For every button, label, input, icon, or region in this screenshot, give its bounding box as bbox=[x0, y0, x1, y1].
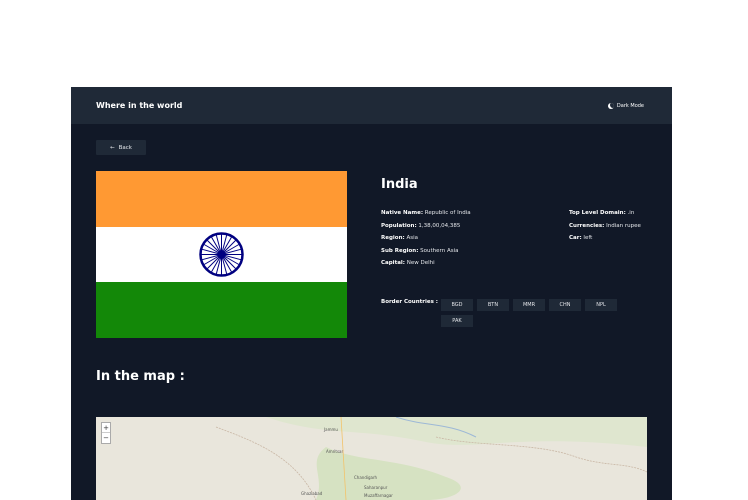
region-row: Region: Asia bbox=[381, 235, 418, 241]
details-left: Native Name: Republic of India Populatio… bbox=[381, 207, 471, 270]
zoom-in-button[interactable]: + bbox=[102, 423, 110, 433]
map-title: In the map : bbox=[96, 369, 185, 384]
population-row: Population: 1,38,00,04,385 bbox=[381, 222, 461, 229]
border-countries-list: BGD BTN MMR CHN NPL PAK bbox=[441, 299, 621, 327]
back-label: Back bbox=[118, 144, 132, 151]
native-name-row: Native Name: Republic of India bbox=[381, 210, 471, 216]
flag-white-band bbox=[96, 226, 347, 283]
map-label: Amritsar bbox=[326, 449, 344, 454]
map-label: Saharanpur bbox=[364, 485, 388, 490]
tld-row: Top Level Domain: .in bbox=[569, 210, 635, 216]
back-button[interactable]: ← Back bbox=[96, 140, 146, 155]
flag-saffron-band bbox=[96, 171, 347, 227]
details-right: Top Level Domain: .in Currencies: Indian… bbox=[569, 207, 641, 245]
border-chip[interactable]: BGD bbox=[441, 299, 473, 311]
map-view[interactable]: Jammu Amritsar Chandigarh Saharanpur Muz… bbox=[96, 417, 647, 500]
border-chip[interactable]: CHN bbox=[549, 299, 581, 311]
border-chip[interactable]: PAK bbox=[441, 315, 473, 327]
border-countries-label: Border Countries : bbox=[381, 299, 438, 305]
map-zoom-control: + − bbox=[101, 422, 111, 444]
app-window: Where in the world Dark Mode ← Back Indi… bbox=[71, 87, 672, 500]
dark-mode-label: Dark Mode bbox=[616, 102, 644, 109]
moon-icon bbox=[607, 102, 614, 109]
capital-row: Capital: New Delhi bbox=[381, 260, 435, 266]
sub-region-row: Sub Region: Southern Asia bbox=[381, 247, 459, 254]
zoom-out-button[interactable]: − bbox=[102, 433, 110, 443]
app-title: Where in the world bbox=[96, 101, 183, 110]
flag-green-band bbox=[96, 282, 347, 338]
country-name: India bbox=[381, 177, 418, 192]
country-flag bbox=[96, 171, 347, 338]
border-chip[interactable]: BTN bbox=[477, 299, 509, 311]
arrow-left-icon: ← bbox=[110, 144, 115, 151]
map-label: Jammu bbox=[324, 427, 338, 432]
border-chip[interactable]: NPL bbox=[585, 299, 617, 311]
currencies-row: Currencies: Indian rupee bbox=[569, 222, 641, 229]
map-label: Muzaffarnagar bbox=[364, 493, 393, 498]
map-label: Ghaziabad bbox=[301, 491, 323, 496]
ashoka-chakra-icon bbox=[199, 231, 244, 277]
map-label: Chandigarh bbox=[354, 475, 378, 480]
car-row: Car: left bbox=[569, 235, 593, 241]
dark-mode-toggle[interactable]: Dark Mode bbox=[607, 102, 644, 109]
header: Where in the world Dark Mode bbox=[71, 87, 672, 124]
border-chip[interactable]: MMR bbox=[513, 299, 545, 311]
